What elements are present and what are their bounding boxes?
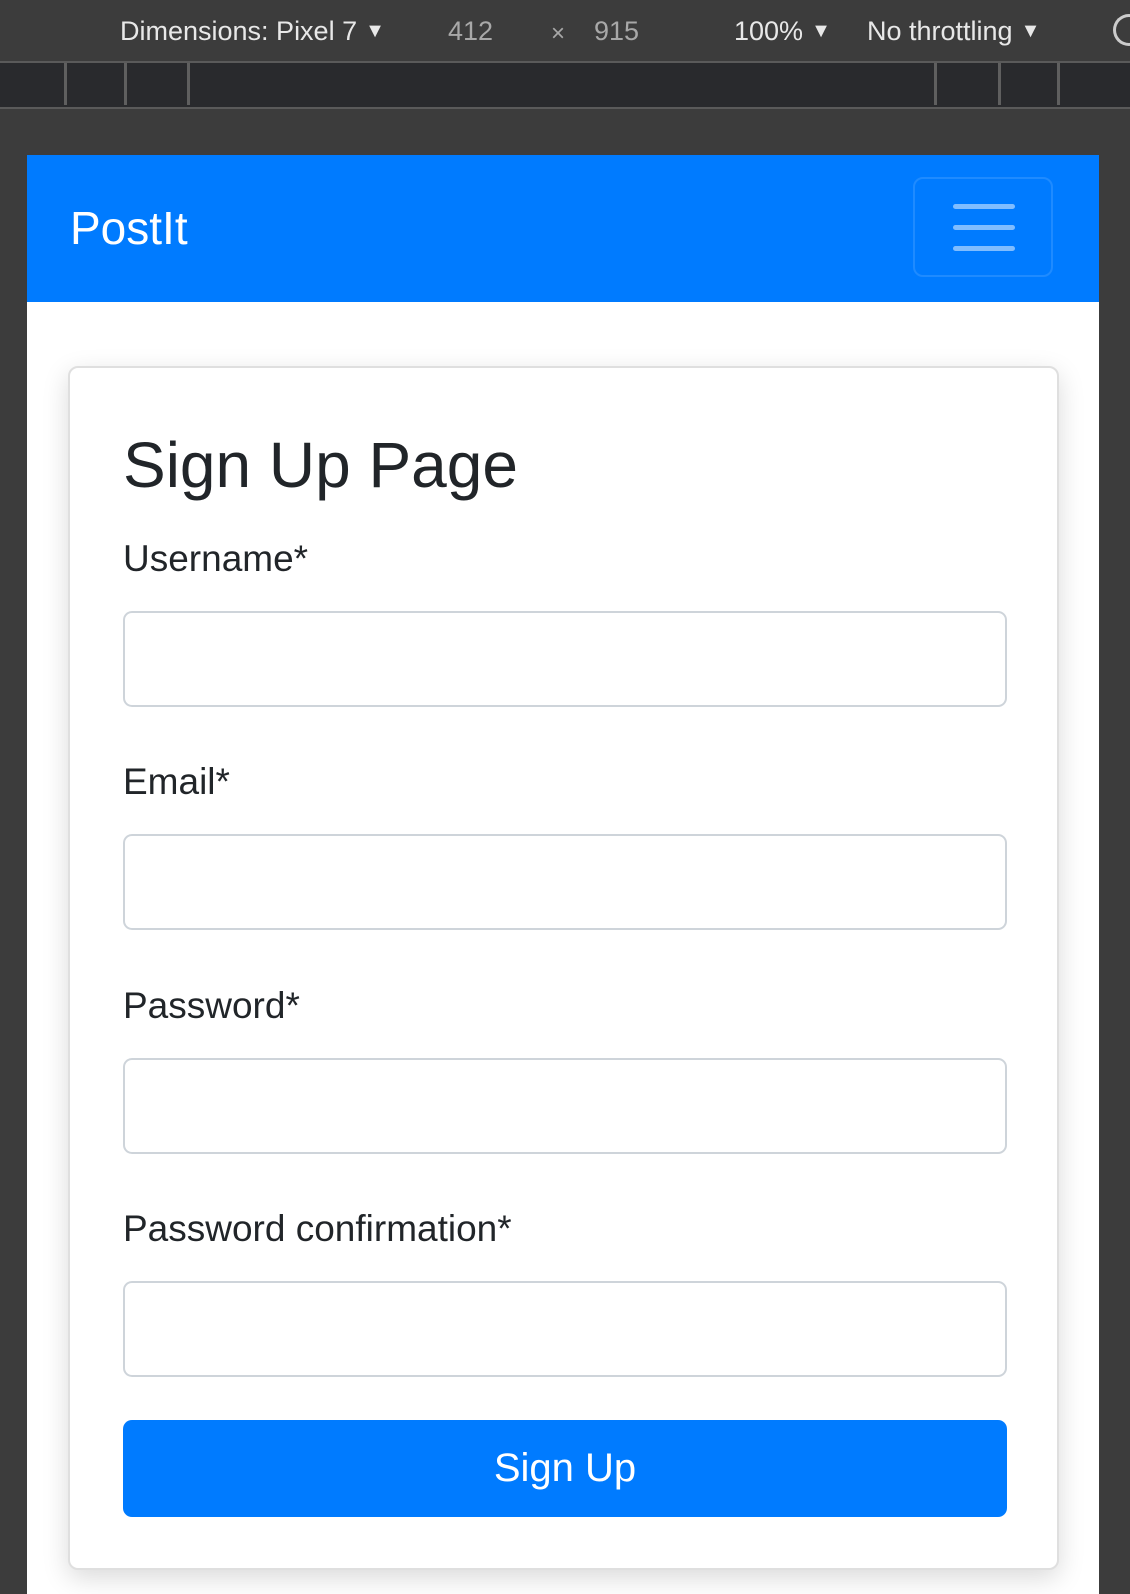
height-input[interactable]: 915 (594, 16, 639, 47)
zoom-dropdown[interactable]: 100% ▼ (734, 16, 831, 47)
password-label: Password* (123, 985, 300, 1026)
times-icon: × (551, 20, 566, 47)
width-input[interactable]: 412 (448, 16, 493, 47)
sign-up-button[interactable]: Sign Up (123, 1420, 1007, 1517)
navbar-brand[interactable]: PostIt (70, 201, 188, 255)
password-confirmation-input[interactable] (123, 1281, 1007, 1377)
media-query-ruler (0, 63, 1130, 109)
dimensions-dropdown[interactable]: Dimensions: Pixel 7 ▼ (120, 16, 385, 47)
chevron-down-icon: ▼ (365, 20, 385, 42)
device-viewport: PostIt Sign Up Page Username* Email* Pas… (27, 155, 1099, 1594)
navbar-toggler-button[interactable] (913, 177, 1053, 277)
username-label: Username* (123, 538, 309, 579)
password-input[interactable] (123, 1058, 1007, 1154)
chevron-down-icon: ▼ (1020, 20, 1041, 42)
username-input[interactable] (123, 611, 1007, 707)
ruler-tick[interactable] (998, 63, 1001, 105)
ruler-tick[interactable] (934, 63, 937, 105)
devtools-device-toolbar: Dimensions: Pixel 7 ▼ 412 × 915 100% ▼ No … (0, 0, 1130, 63)
ruler-tick[interactable] (187, 63, 190, 105)
ruler-tick[interactable] (124, 63, 127, 105)
ruler-tick[interactable] (64, 63, 67, 105)
page-title: Sign Up Page (123, 429, 518, 501)
throttling-label: No throttling (867, 16, 1013, 46)
email-input[interactable] (123, 834, 1007, 930)
dimensions-label: Dimensions: Pixel 7 (120, 16, 358, 46)
chevron-down-icon: ▼ (811, 20, 831, 42)
navbar: PostIt (27, 155, 1099, 302)
email-label: Email* (123, 761, 230, 802)
rotate-icon[interactable] (1113, 14, 1130, 46)
password-confirmation-label: Password confirmation* (123, 1208, 512, 1249)
throttling-dropdown[interactable]: No throttling ▼ (867, 16, 1040, 47)
signup-card: Sign Up Page Username* Email* Password* … (68, 366, 1059, 1570)
zoom-label: 100% (734, 16, 804, 46)
ruler-tick[interactable] (1057, 63, 1060, 105)
